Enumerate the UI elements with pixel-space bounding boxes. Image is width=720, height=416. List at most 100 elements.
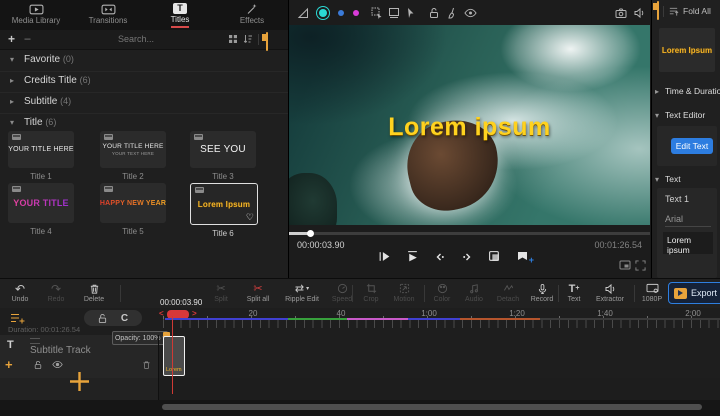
search-input[interactable]: Search... [118, 34, 188, 44]
scrollbar-thumb[interactable] [162, 404, 702, 410]
seek-handle[interactable] [307, 230, 314, 237]
speed-button[interactable]: Speed [326, 282, 358, 303]
stop-button[interactable] [406, 250, 419, 263]
grid-view-icon[interactable] [228, 34, 238, 44]
snapshot-button[interactable] [488, 250, 501, 263]
add-track-plus-button[interactable] [69, 371, 90, 392]
text-content-input[interactable]: Lorem ipsum [663, 232, 713, 254]
track-visibility-eye-icon[interactable] [52, 360, 63, 369]
panel-collapse-icon[interactable] [266, 33, 268, 51]
snap-magnet-icon[interactable]: C [121, 313, 128, 324]
video-preview[interactable]: Lorem ipsum [289, 25, 650, 225]
category-credits-title[interactable]: ▸ Credits Title (6) [0, 71, 288, 93]
redo-button[interactable]: ↷Redo [38, 282, 74, 303]
add-title-button[interactable]: + [8, 32, 15, 46]
motion-button[interactable]: Motion [386, 282, 422, 303]
section-text-editor[interactable]: ▾ Text Editor [652, 108, 720, 124]
snapshot-camera-icon[interactable] [615, 6, 627, 20]
seek-bar[interactable] [289, 232, 650, 235]
volume-icon[interactable] [633, 6, 645, 20]
ruler-tool-icon[interactable] [297, 6, 309, 20]
detach-button[interactable]: Detach [490, 282, 526, 303]
playhead-timecode: 00:00:03.90 [160, 298, 202, 307]
panel-expand-icon[interactable] [657, 2, 659, 20]
timeline-panel: C 00:00:03.90 < > 20 40 1:00 1:20 1:40 2… [0, 308, 720, 416]
cursor-tool-icon[interactable] [405, 6, 416, 20]
tab-label: Transitions [89, 17, 128, 27]
next-frame-button[interactable] [461, 251, 473, 263]
category-label: Favorite [24, 54, 60, 65]
title-thumbnail-4[interactable]: YOUR TITLE Title 4 [8, 183, 74, 236]
divider [424, 285, 425, 302]
magenta-color-dot[interactable] [353, 6, 359, 20]
add-marker-button[interactable]: + [516, 251, 530, 263]
fold-all-button[interactable]: Fold All [683, 6, 711, 16]
title-thumbnail-3[interactable]: SEE YOU Title 3 [190, 131, 256, 181]
timeline-ruler[interactable] [163, 319, 720, 328]
font-dropdown[interactable]: Arial [665, 214, 711, 227]
title-preview-text: YOUR TITLE [13, 198, 69, 208]
title-thumbnail-2[interactable]: YOUR TITLE HERE YOUR TEXT HERE Title 2 [100, 131, 166, 181]
cyan-color-dot[interactable] [319, 6, 327, 20]
edit-text-button[interactable]: Edit Text [671, 138, 713, 154]
text-button[interactable]: T+Text [560, 282, 588, 303]
play-button[interactable] [378, 250, 391, 263]
select-tool-icon[interactable] [371, 6, 383, 20]
extractor-button[interactable]: Extractor [588, 282, 632, 303]
transport-controls: + [289, 250, 619, 263]
track-lock-icon[interactable] [34, 360, 42, 370]
subtitle-clip[interactable]: Lorem [163, 336, 185, 376]
title-overlay-text[interactable]: Lorem ipsum [289, 113, 650, 142]
previous-frame-button[interactable] [434, 251, 446, 263]
section-label: Time & Duration [665, 86, 720, 96]
opacity-control[interactable]: Opacity: 100%▾ [112, 331, 168, 345]
category-count: (4) [60, 96, 71, 106]
text-item-tab[interactable]: Text 1 [665, 194, 689, 204]
title-thumbnail-1[interactable]: YOUR TITLE HERE Title 1 [8, 131, 74, 181]
playhead-line[interactable] [172, 316, 173, 394]
remove-title-button[interactable]: − [24, 32, 31, 46]
add-track-icon[interactable] [10, 312, 25, 325]
audio-button[interactable]: Audio [458, 282, 490, 303]
title-thumbnail-6-selected[interactable]: Lorem Ipsum ♡ Title 6 [190, 183, 256, 238]
add-subtitle-button[interactable]: + [5, 357, 13, 372]
blue-color-dot[interactable] [338, 6, 344, 20]
favorite-heart-icon[interactable]: ♡ [246, 212, 254, 223]
eye-icon[interactable] [464, 6, 477, 20]
track-drag-handle[interactable] [30, 338, 40, 344]
speed-icon [326, 282, 358, 295]
export-button[interactable]: Export [668, 282, 720, 304]
track-lock-icon[interactable] [98, 313, 107, 324]
tab-transitions[interactable]: Transitions [72, 0, 144, 30]
category-favorite[interactable]: ▾ Favorite (0) [0, 50, 288, 72]
color-button[interactable]: Color [426, 282, 458, 303]
ripple-edit-button[interactable]: ⇄▾Ripple Edit [278, 282, 326, 303]
sort-icon[interactable] [243, 34, 253, 44]
tab-media-library[interactable]: Media Library [0, 0, 72, 30]
caret-down-icon: ▾ [655, 175, 659, 184]
crop-button[interactable]: Crop [356, 282, 386, 303]
lock-icon[interactable] [429, 6, 439, 20]
mini-player-icon[interactable] [619, 260, 631, 270]
divider [558, 285, 559, 302]
record-button[interactable]: Record [524, 282, 560, 303]
undo-button[interactable]: ↶Undo [2, 282, 38, 303]
fullscreen-icon[interactable] [635, 260, 646, 271]
split-all-button[interactable]: ✂Split all [238, 282, 278, 303]
text-tool-icon[interactable] [388, 6, 400, 20]
current-time: 00:00:03.90 [297, 240, 345, 250]
tab-titles[interactable]: T Titles [144, 0, 216, 30]
split-button[interactable]: ✂Split [204, 282, 238, 303]
resolution-button[interactable]: 1080P [636, 282, 668, 303]
track-trash-icon[interactable] [142, 360, 151, 370]
title-thumbnail-5[interactable]: HAPPY NEW YEAR Title 5 [100, 183, 166, 236]
title-name: Title 6 [190, 229, 256, 238]
section-time-duration[interactable]: ▸ Time & Duration [652, 84, 720, 100]
divider [120, 285, 121, 302]
tab-effects[interactable]: Effects [216, 0, 288, 30]
section-text[interactable]: ▾ Text [652, 172, 720, 188]
delete-button[interactable]: Delete [74, 282, 114, 303]
broom-icon[interactable] [446, 6, 458, 20]
opacity-label: Opacity: 100% [115, 335, 161, 342]
category-subtitle[interactable]: ▸ Subtitle (4) [0, 92, 288, 114]
